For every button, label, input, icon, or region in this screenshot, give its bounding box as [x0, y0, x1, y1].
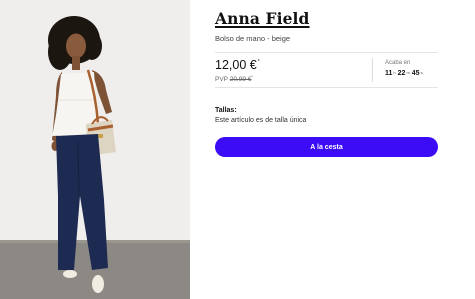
- rrp-prefix: PVP: [215, 76, 228, 84]
- sizes-value: Este artículo es de talla única: [215, 117, 307, 124]
- countdown-timer: 11h 22m 45s: [385, 70, 425, 77]
- countdown-minutes-unit: m: [406, 70, 410, 75]
- rrp-marker: *: [251, 74, 253, 79]
- rrp-value: 20,99 €: [229, 76, 252, 84]
- countdown-hours: 11: [385, 70, 393, 77]
- countdown-label: Acaba en: [385, 60, 411, 66]
- countdown-seconds-unit: s: [420, 70, 423, 75]
- price-value: 12,00 €: [215, 58, 257, 72]
- product-image[interactable]: [0, 0, 190, 299]
- brand-name[interactable]: Anna Field: [215, 9, 309, 28]
- model-photo: [0, 0, 190, 299]
- add-to-cart-button[interactable]: A la cesta: [215, 137, 438, 157]
- divider: [215, 52, 438, 53]
- current-price: 12,00 €*: [215, 58, 260, 72]
- divider: [215, 87, 438, 88]
- rrp-price: PVP 20,99 €*: [215, 74, 253, 83]
- sizes-label: Tallas:: [215, 107, 237, 114]
- countdown-minutes: 22: [397, 70, 406, 77]
- price-marker: *: [257, 59, 260, 65]
- vertical-divider: [372, 58, 373, 82]
- product-name: Bolso de mano - beige: [215, 34, 291, 43]
- countdown-hours-unit: h: [393, 70, 396, 75]
- countdown-seconds: 45: [411, 70, 420, 77]
